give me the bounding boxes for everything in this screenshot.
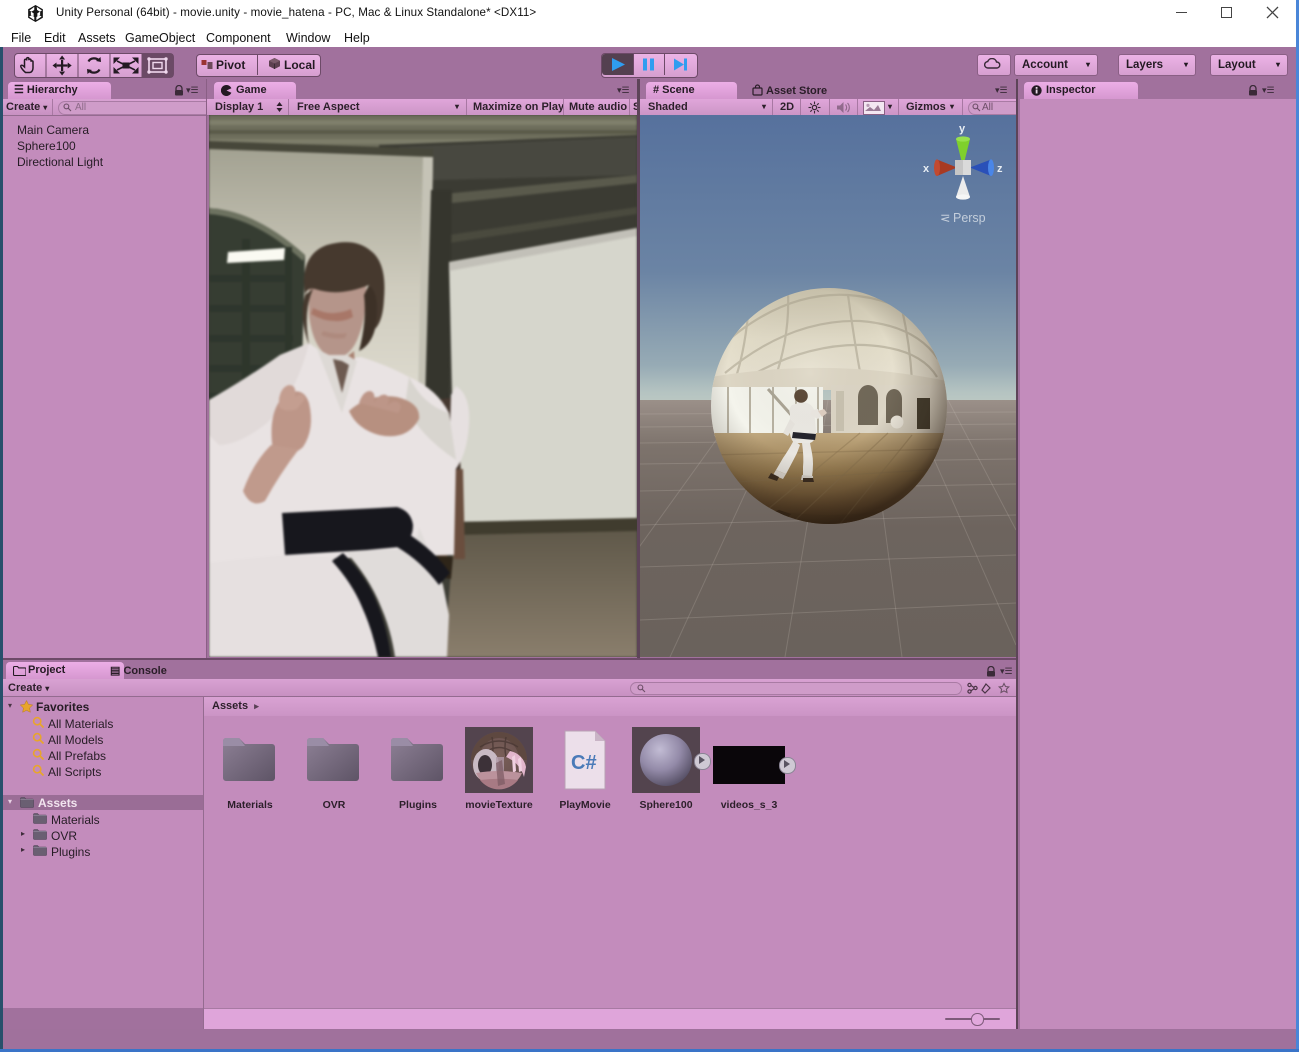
svg-text:x: x	[923, 163, 930, 175]
svg-text:y: y	[959, 123, 966, 135]
svg-text:⋜ Persp: ⋜ Persp	[940, 211, 986, 225]
svg-text:z: z	[997, 163, 1003, 175]
svg-text:C#: C#	[571, 752, 597, 774]
